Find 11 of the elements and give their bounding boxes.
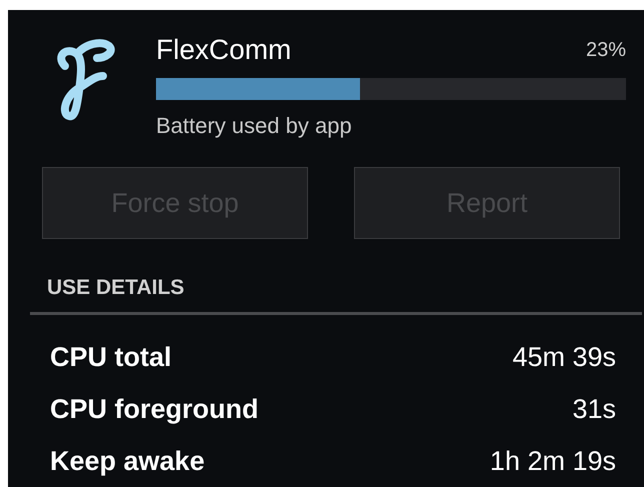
detail-label: CPU total [50,340,172,374]
section-header: USE DETAILS [47,277,186,298]
detail-value: 31s [572,392,616,426]
battery-caption: Battery used by app [156,112,353,140]
app-logo-icon [55,36,117,122]
app-name: FlexComm [156,36,292,64]
battery-percent: 23% [586,40,626,60]
detail-label: Keep awake [50,444,205,478]
detail-value: 1h 2m 19s [490,444,616,478]
detail-label: CPU foreground [50,392,258,426]
detail-value: 45m 39s [512,340,616,374]
